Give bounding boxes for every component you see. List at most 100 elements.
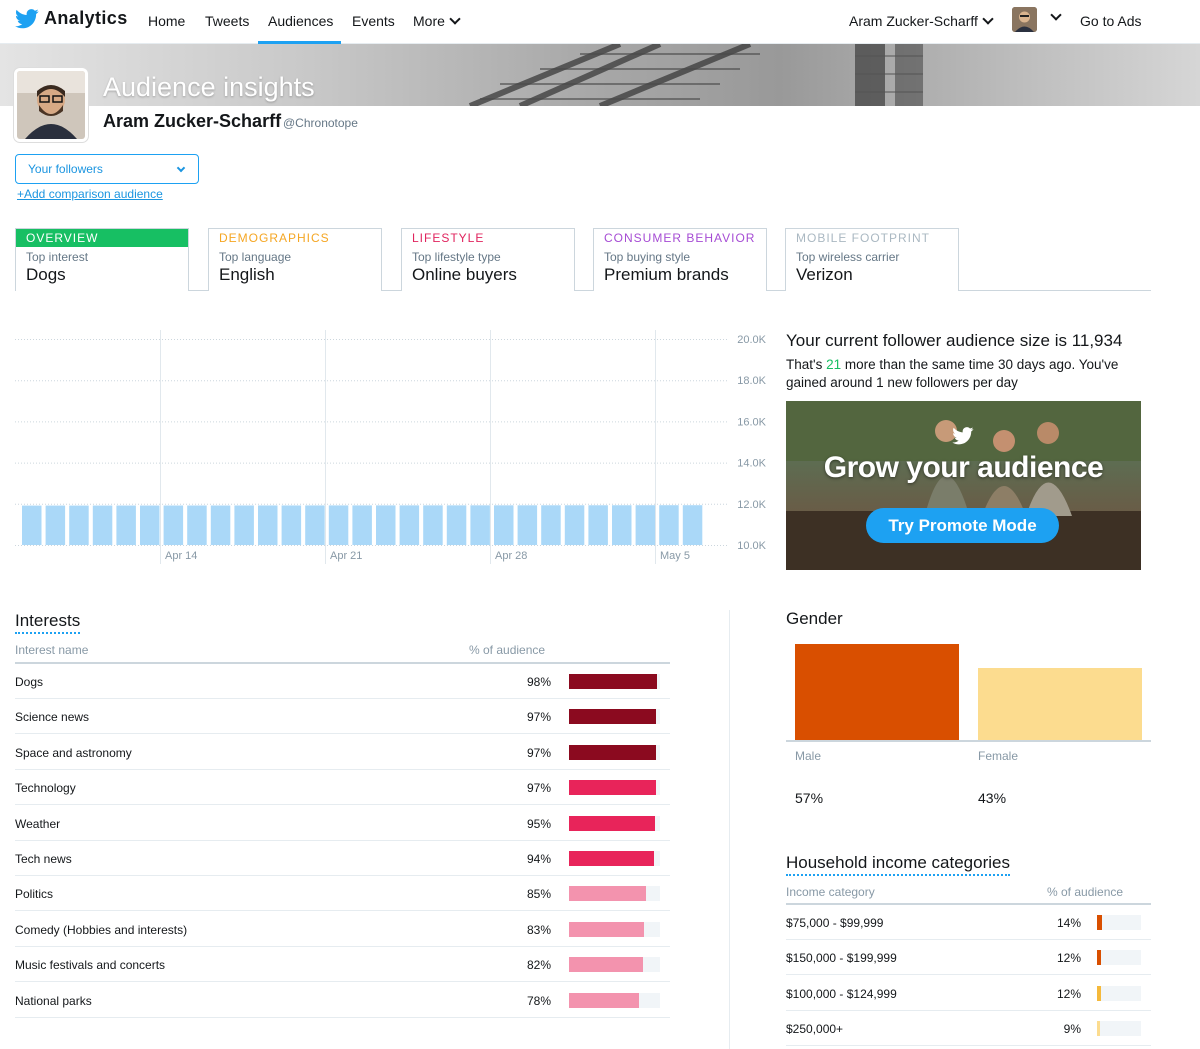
follower-bar[interactable] xyxy=(69,505,89,545)
follower-bar[interactable] xyxy=(682,505,703,545)
follower-bar[interactable] xyxy=(352,505,372,545)
account-menu[interactable]: Aram Zucker-Scharff xyxy=(849,0,994,44)
follower-bar[interactable] xyxy=(45,505,66,545)
account-name: Aram Zucker-Scharff xyxy=(849,13,978,29)
interest-row[interactable]: Dogs 98% xyxy=(15,664,670,699)
chevron-down-icon xyxy=(449,13,461,25)
tab-mobile-footprint[interactable]: MOBILE FOOTPRINT Top wireless carrier Veri… xyxy=(785,228,959,291)
tab-subtitle: Top buying style xyxy=(604,250,691,264)
tab-value: Premium brands xyxy=(604,265,729,284)
tab-value: Dogs xyxy=(26,265,66,284)
add-comparison-audience-link[interactable]: +Add comparison audience xyxy=(17,187,163,201)
follower-bar[interactable] xyxy=(376,505,396,545)
follower-bar[interactable] xyxy=(541,505,561,545)
follower-bar[interactable] xyxy=(470,505,490,545)
x-tick-label: Apr 21 xyxy=(330,550,362,562)
user-avatar[interactable] xyxy=(1012,7,1037,32)
interest-bar-track xyxy=(569,780,660,796)
gender-bar-female xyxy=(978,667,1142,740)
nav-audiences[interactable]: Audiences xyxy=(258,0,341,44)
follower-bar[interactable] xyxy=(612,505,632,545)
follower-bar[interactable] xyxy=(446,505,467,545)
follower-bar[interactable] xyxy=(399,505,420,545)
follower-bar[interactable] xyxy=(423,505,443,545)
brand-text: Analytics xyxy=(44,8,128,28)
income-name: $150,000 - $199,999 xyxy=(786,951,897,966)
nav-more[interactable]: More xyxy=(413,0,461,44)
profile-handle: @Chronotope xyxy=(283,116,358,130)
interest-name: Comedy (Hobbies and interests) xyxy=(15,922,188,937)
tab-label: MOBILE FOOTPRINT xyxy=(796,231,931,245)
income-title: Household income categories xyxy=(786,853,1010,876)
income-pct-header: % of audience xyxy=(1047,885,1124,899)
follower-bar[interactable] xyxy=(305,505,325,545)
avatar-chevron-down-icon[interactable] xyxy=(1050,9,1062,21)
follower-bar[interactable] xyxy=(588,505,608,545)
tab-demographics[interactable]: DEMOGRAPHICS Top language English xyxy=(208,228,382,291)
interest-row[interactable]: Science news 97% xyxy=(15,699,670,735)
interest-row[interactable]: Tech news 94% xyxy=(15,841,670,876)
follower-bar[interactable] xyxy=(281,505,302,545)
follower-bar[interactable] xyxy=(22,505,42,545)
follower-bar[interactable] xyxy=(116,505,136,545)
income-row[interactable]: $250,000+ 9% xyxy=(786,1011,1151,1047)
go-to-ads-link[interactable]: Go to Ads xyxy=(1080,0,1141,44)
income-pct: 12% xyxy=(1056,951,1081,966)
profile-photo[interactable] xyxy=(14,68,88,142)
interest-row[interactable]: National parks 78% xyxy=(15,983,670,1018)
follower-bar[interactable] xyxy=(659,505,679,545)
follower-bar[interactable] xyxy=(140,505,160,545)
interest-row[interactable]: Space and astronomy 97% xyxy=(15,735,670,770)
interest-row[interactable]: Music festivals and concerts 82% xyxy=(15,947,670,983)
income-bar-track xyxy=(1097,1021,1141,1037)
income-name: $75,000 - $99,999 xyxy=(786,916,884,930)
follower-bar[interactable] xyxy=(234,505,254,545)
interest-row[interactable]: Comedy (Hobbies and interests) 83% xyxy=(15,912,670,947)
interest-name: Politics xyxy=(15,887,54,902)
nav-home[interactable]: Home xyxy=(148,0,185,44)
follower-bar[interactable] xyxy=(564,505,585,545)
tab-lifestyle[interactable]: LIFESTYLE Top lifestyle type Online buyers xyxy=(401,228,575,291)
tab-consumer-behavior[interactable]: CONSUMER BEHAVIOR Top buying style Premium… xyxy=(593,228,767,291)
follower-bar[interactable] xyxy=(635,505,656,545)
income-row[interactable]: $75,000 - $99,999 14% xyxy=(786,905,1151,940)
tab-value: Verizon xyxy=(796,265,853,284)
interest-bar-track xyxy=(569,886,660,902)
interest-bar-track xyxy=(569,957,660,973)
income-pct: 9% xyxy=(1063,1022,1081,1037)
income-pct: 12% xyxy=(1056,986,1081,1001)
gender-bar-male xyxy=(795,644,959,740)
follower-bar[interactable] xyxy=(92,505,113,545)
tab-overview[interactable]: OVERVIEW Top interest Dogs xyxy=(15,228,189,291)
try-promote-mode-button[interactable]: Try Promote Mode xyxy=(866,508,1059,543)
interest-bar-track xyxy=(569,921,660,937)
audience-dropdown[interactable]: Your followers xyxy=(15,154,199,184)
follower-bar[interactable] xyxy=(258,505,278,545)
promote-mode-card[interactable]: Grow your audience Try Promote Mode xyxy=(786,401,1141,570)
interest-bar-track xyxy=(569,851,660,866)
nav-events[interactable]: Events xyxy=(352,0,395,44)
interest-row[interactable]: Politics 85% xyxy=(15,876,670,912)
follower-bar[interactable] xyxy=(163,505,184,545)
follower-bar[interactable] xyxy=(494,505,514,545)
nav-tweets[interactable]: Tweets xyxy=(205,0,249,44)
follower-bar[interactable] xyxy=(328,505,349,545)
interest-name: Tech news xyxy=(15,852,72,866)
interest-name: National parks xyxy=(15,993,92,1008)
interest-bar xyxy=(569,674,658,689)
interest-row[interactable]: Weather 95% xyxy=(15,806,670,841)
income-bar xyxy=(1097,985,1101,1001)
growth-note-pre: That's xyxy=(786,357,827,372)
audience-dropdown-value: Your followers xyxy=(28,162,103,176)
income-row[interactable]: $150,000 - $199,999 12% xyxy=(786,940,1151,976)
income-row[interactable]: $100,000 - $124,999 12% xyxy=(786,976,1151,1011)
x-tick-label: Apr 14 xyxy=(165,550,197,562)
interest-name: Science news xyxy=(15,710,90,725)
interest-bar-track xyxy=(569,992,660,1008)
analytics-brand[interactable]: Analytics xyxy=(15,8,128,29)
interest-row[interactable]: Technology 97% xyxy=(15,770,670,806)
follower-bar[interactable] xyxy=(517,505,538,545)
gender-title: Gender xyxy=(786,609,843,628)
follower-bar[interactable] xyxy=(210,505,231,545)
follower-bar[interactable] xyxy=(187,505,207,545)
